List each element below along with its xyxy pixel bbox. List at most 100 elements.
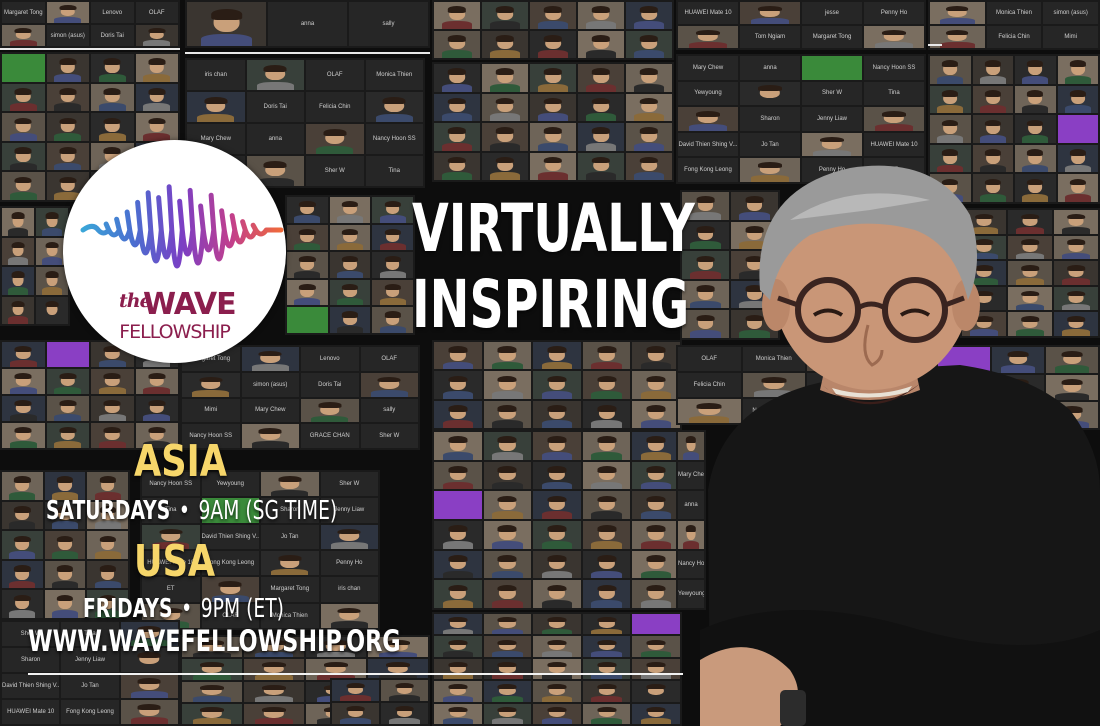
participant-tile bbox=[530, 93, 576, 121]
participant-tile bbox=[434, 550, 482, 579]
participant-tile bbox=[46, 396, 89, 421]
participant-name: Lenovo bbox=[319, 355, 340, 362]
participant-tile: iris chan bbox=[187, 60, 245, 90]
participant-tile bbox=[1057, 115, 1098, 143]
participant-tile bbox=[626, 152, 672, 180]
participant-tile: Penny Ho bbox=[864, 2, 924, 24]
participant-tile bbox=[135, 83, 178, 112]
participant-tile bbox=[434, 400, 482, 428]
participant-tile bbox=[2, 423, 45, 448]
gallery-panel: HUAWEI Mate 10 jesse Penny Ho Tom Ngiam Marg… bbox=[676, 0, 926, 50]
participant-tile: Tina bbox=[365, 156, 423, 186]
participant-tile bbox=[578, 123, 624, 151]
participant-tile bbox=[632, 703, 680, 724]
participant-tile bbox=[434, 123, 480, 151]
participant-name: iris chan bbox=[338, 586, 361, 593]
participant-name: OLAF bbox=[381, 355, 398, 362]
participant-tile bbox=[483, 550, 532, 579]
schedule-asia: SATURDAYS • 9AM (SG TIME) bbox=[46, 498, 337, 524]
participant-tile bbox=[2, 113, 45, 141]
participant-tile bbox=[434, 342, 482, 370]
participant-tile bbox=[632, 520, 680, 549]
participant-tile bbox=[368, 659, 428, 680]
participant-tile bbox=[261, 472, 319, 497]
participant-tile: Sher W bbox=[306, 156, 364, 186]
gallery-panel: Margaret Tong Lenovo OLAF simon (asus) Doris… bbox=[0, 0, 180, 48]
participant-tile: Mary Chew bbox=[678, 56, 738, 80]
participant-tile: Doris Tai bbox=[301, 372, 359, 397]
participant-tile bbox=[434, 636, 482, 657]
participant-name: simon (asus) bbox=[1053, 10, 1088, 16]
participant-tile bbox=[533, 580, 581, 608]
participant-tile bbox=[582, 580, 631, 608]
participant-tile bbox=[482, 123, 528, 151]
participant-tile bbox=[930, 56, 971, 84]
participant-tile bbox=[632, 461, 680, 490]
participant-name: Nancy Hoon SS bbox=[872, 64, 916, 71]
participant-tile bbox=[483, 681, 532, 702]
gallery-panel bbox=[432, 340, 682, 430]
participant-name: Sher W bbox=[379, 433, 400, 440]
participant-tile bbox=[2, 208, 34, 236]
participant-tile: iris chan bbox=[320, 577, 378, 602]
participant-tile bbox=[533, 550, 581, 579]
participant-tile bbox=[434, 491, 482, 519]
gallery-panel bbox=[432, 612, 682, 726]
participant-tile bbox=[182, 372, 240, 397]
participant-tile: sally bbox=[360, 398, 418, 423]
participant-tile bbox=[582, 681, 631, 702]
sound-wave-line bbox=[80, 184, 284, 269]
watch-icon bbox=[780, 690, 806, 726]
participant-tile bbox=[434, 614, 482, 635]
logo-wave-text: WAVE bbox=[143, 287, 237, 322]
participant-tile bbox=[482, 93, 528, 121]
bullet-separator: • bbox=[181, 594, 193, 624]
participant-tile bbox=[244, 681, 304, 702]
participant-tile bbox=[91, 369, 134, 394]
participant-tile bbox=[632, 681, 680, 702]
participant-tile bbox=[483, 703, 532, 724]
participant-name: Felicia Chin bbox=[319, 104, 351, 110]
participant-name: Jenny Liaw bbox=[816, 115, 848, 122]
participant-tile bbox=[306, 659, 366, 680]
participant-tile: Lenovo bbox=[91, 2, 134, 23]
participant-tile bbox=[91, 54, 134, 82]
participant-name: HUAWEI Mate 10 bbox=[684, 10, 732, 16]
participant-tile bbox=[483, 342, 532, 370]
participant-tile bbox=[972, 85, 1013, 114]
participant-name: Doris Tai bbox=[263, 104, 287, 110]
participant-tile bbox=[329, 307, 371, 333]
participant-tile bbox=[87, 531, 128, 559]
participant-name: Doris Tai bbox=[318, 381, 342, 388]
participant-name: Sher W bbox=[324, 168, 345, 174]
participant-tile bbox=[434, 658, 482, 680]
participant-tile bbox=[372, 224, 413, 251]
participant-tile bbox=[332, 703, 379, 724]
participant-tile bbox=[187, 2, 266, 46]
participant-tile: Sharon bbox=[740, 107, 800, 131]
participant-tile bbox=[120, 674, 178, 698]
participant-tile bbox=[320, 524, 378, 549]
gallery-panel bbox=[432, 430, 682, 610]
participant-tile bbox=[632, 580, 680, 608]
participant-tile bbox=[626, 93, 672, 121]
participant-tile bbox=[1015, 115, 1056, 143]
participant-name: HUAWEI Mate 10 bbox=[870, 141, 918, 148]
participant-tile bbox=[329, 224, 371, 251]
participant-tile bbox=[740, 81, 800, 106]
participant-tile: jesse bbox=[802, 2, 862, 24]
participant-name: Tina bbox=[388, 168, 400, 174]
participant-tile bbox=[533, 636, 581, 657]
bullet-separator: • bbox=[178, 496, 190, 526]
participant-tile bbox=[483, 432, 532, 460]
participant-tile bbox=[187, 92, 245, 122]
participant-tile: anna bbox=[268, 2, 347, 46]
participant-name: simon (asus) bbox=[50, 32, 85, 39]
participant-tile: Sher W bbox=[320, 472, 378, 497]
participant-tile bbox=[2, 54, 45, 82]
participant-tile: Margaret Tong bbox=[802, 26, 862, 48]
participant-name: Mimi bbox=[204, 407, 218, 414]
participant-name: iris chan bbox=[204, 72, 227, 78]
participant-tile bbox=[2, 296, 34, 324]
participant-tile: OLAF bbox=[360, 347, 418, 371]
